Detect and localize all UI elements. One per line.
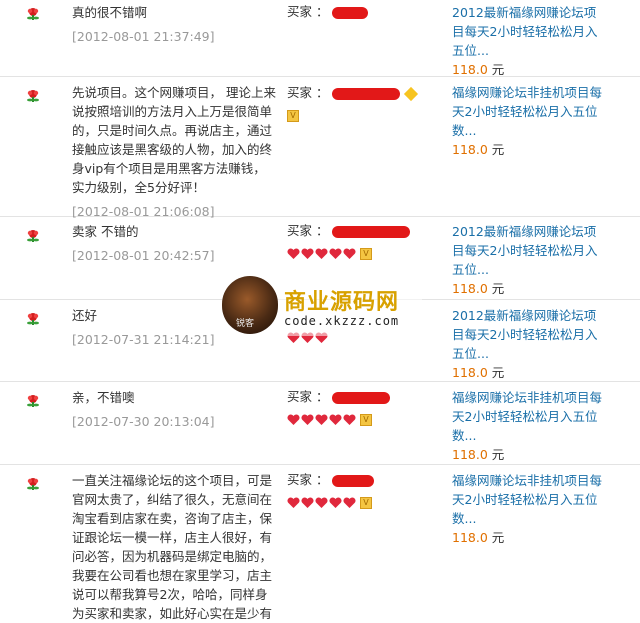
item-link[interactable]: 2012最新福缘网赚论坛项目每天2小时轻轻松松月入五位... [452, 3, 602, 60]
heart-icon [301, 413, 314, 425]
buyer-label: 买家 ： [287, 223, 329, 238]
review-date: [2012-08-01 21:37:49] [72, 29, 215, 44]
heart-icon [343, 496, 356, 508]
buyer-label: 买家 ： [287, 472, 329, 487]
diamond-level-icon [404, 86, 419, 101]
heart-icon [287, 413, 300, 425]
review-content: 亲，不错噢 [72, 390, 135, 405]
vip-icon: V [360, 247, 372, 260]
watermark-logo-text: 锐客 [236, 319, 255, 329]
redacted-buyer-name [332, 391, 391, 404]
item-price: 118.0 元 [452, 142, 505, 157]
review-date: [2012-08-01 20:42:57] [72, 248, 215, 263]
review-date: [2012-07-30 20:13:04] [72, 414, 215, 429]
watermark: 锐客 商业源码网 code.xkzzz.com [222, 274, 422, 336]
flower-icon [26, 477, 40, 491]
heart-icon [287, 496, 300, 508]
item-link[interactable]: 2012最新福缘网赚论坛项目每天2小时轻轻松松月入五位... [452, 306, 602, 363]
review-row: 先说项目。这个网赚项目， 理论上来说按照培训的方法月入上万是很简单的，只是时间久… [0, 77, 640, 219]
item-price: 118.0 元 [452, 365, 505, 380]
heart-icon [315, 413, 328, 425]
heart-icon [315, 496, 328, 508]
watermark-logo: 锐客 [222, 276, 278, 334]
item-link[interactable]: 福缘网赚论坛非挂机项目每天2小时轻轻松松月入五位数... [452, 471, 602, 528]
heart-icon [329, 247, 342, 259]
item-link[interactable]: 福缘网赚论坛非挂机项目每天2小时轻轻松松月入五位数... [452, 388, 602, 445]
review-row: 真的很不错啊 [2012-08-01 21:37:49] 买家 ： 2012最新… [0, 0, 640, 77]
buyer-label: 买家 ： [287, 4, 329, 19]
heart-icon [301, 247, 314, 259]
heart-icon [343, 247, 356, 259]
review-content: 真的很不错啊 [72, 5, 148, 20]
watermark-url: code.xkzzz.com [284, 314, 400, 328]
review-row: 亲，不错噢 [2012-07-30 20:13:04] 买家 ： V 福缘网赚论… [0, 382, 640, 465]
redacted-buyer-name [332, 6, 369, 19]
flower-icon [26, 89, 40, 103]
heart-icon [329, 496, 342, 508]
flower-icon [26, 229, 40, 243]
vip-icon: V [360, 413, 372, 426]
vip-icon: V [360, 496, 372, 509]
heart-icon [329, 413, 342, 425]
item-link[interactable]: 福缘网赚论坛非挂机项目每天2小时轻轻松松月入五位数... [452, 83, 602, 140]
review-row: 一直关注福缘论坛的这个项目，可是官网太贵了，纠结了很久，无意间在淘宝看到店家在卖… [0, 465, 640, 621]
flower-icon [26, 394, 40, 408]
heart-icon [343, 413, 356, 425]
flower-icon [26, 312, 40, 326]
heart-icon [315, 247, 328, 259]
item-link[interactable]: 2012最新福缘网赚论坛项目每天2小时轻轻松松月入五位... [452, 222, 602, 279]
redacted-buyer-name [332, 87, 401, 100]
review-content: 卖家 不错的 [72, 224, 139, 239]
flower-icon [26, 7, 40, 21]
buyer-label: 买家 ： [287, 389, 329, 404]
vip-icon: V [287, 109, 299, 122]
review-content: 先说项目。这个网赚项目， 理论上来说按照培训的方法月入上万是很简单的，只是时间久… [72, 85, 276, 195]
item-price: 118.0 元 [452, 530, 505, 545]
review-content: 一直关注福缘论坛的这个项目，可是官网太贵了，纠结了很久，无意间在淘宝看到店家在卖… [72, 473, 273, 621]
item-price: 118.0 元 [452, 281, 505, 296]
heart-icon [301, 496, 314, 508]
redacted-buyer-name [332, 474, 375, 487]
heart-icon [287, 247, 300, 259]
redacted-buyer-name [332, 225, 411, 238]
buyer-label: 买家 ： [287, 85, 329, 100]
item-price: 118.0 元 [452, 447, 505, 462]
watermark-title: 商业源码网 [284, 289, 400, 315]
